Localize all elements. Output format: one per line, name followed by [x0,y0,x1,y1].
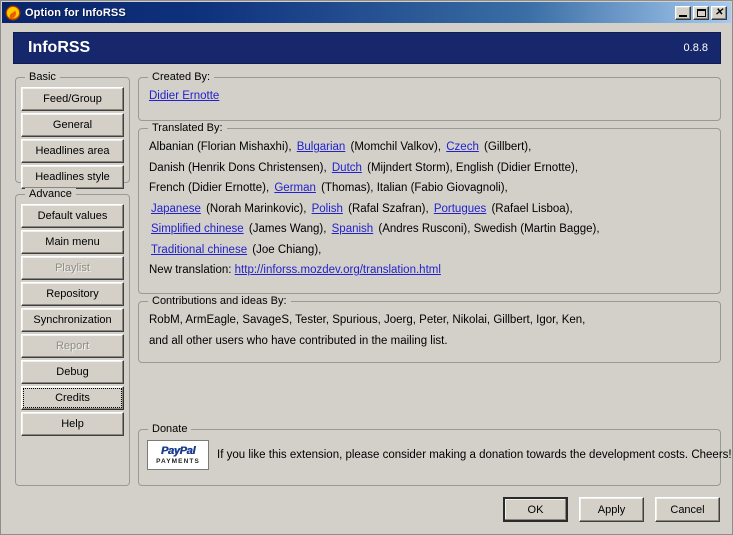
translated-row-5: Simplified chinese (James Wang), Spanish… [149,219,710,240]
sidebar-item-general[interactable]: General [21,113,124,137]
sidebar-item-report: Report [21,334,124,358]
translator-text: (Andres Rusconi), Swedish (Martin Bagge)… [375,223,599,235]
sidebar-group-advance: Advance Default values Main menu Playlis… [15,194,130,486]
donate-panel: Donate PayPal PAYMENTS If you like this … [138,429,721,486]
app-name: InfoRSS [28,39,90,57]
language-link-german[interactable]: German [274,182,316,194]
language-link-spanish[interactable]: Spanish [332,223,374,235]
translator-text: (Rafal Szafran), [345,203,432,215]
translator-text: Albanian (Florian Mishaxhi), [149,141,295,153]
translated-by-label: Translated By: [148,122,227,134]
translator-text: (James Wang), [246,223,330,235]
sidebar-item-synchronization[interactable]: Synchronization [21,308,124,332]
sidebar-item-help[interactable]: Help [21,412,124,436]
language-link-japanese[interactable]: Japanese [151,203,201,215]
translated-row-7: New translation: http://inforss.mozdev.o… [149,260,710,281]
language-link-simplified-chinese[interactable]: Simplified chinese [151,223,244,235]
maximize-button[interactable] [693,6,709,20]
app-version: 0.8.8 [684,42,708,54]
created-by-body: Didier Ernotte [149,86,710,107]
translator-text: French (Didier Ernotte), [149,182,272,194]
sidebar-item-credits[interactable]: Credits [21,386,124,410]
translator-text: (Norah Marinkovic), [203,203,310,215]
translator-text: (Rafael Lisboa), [488,203,572,215]
sidebar-item-main-menu[interactable]: Main menu [21,230,124,254]
sidebar-group-advance-label: Advance [25,188,76,200]
paypal-icon[interactable]: PayPal PAYMENTS [147,440,209,470]
window-controls: ✕ [675,6,729,20]
paypal-payments-text: PAYMENTS [156,457,200,466]
window-title: Option for InfoRSS [25,7,126,19]
created-by-panel: Created By: Didier Ernotte [138,77,721,121]
translator-text: Danish (Henrik Dons Christensen), [149,162,330,174]
translated-row-3: French (Didier Ernotte), German (Thomas)… [149,178,710,199]
sidebar-item-debug[interactable]: Debug [21,360,124,384]
contributions-panel: Contributions and ideas By: RobM, ArmEag… [138,301,721,363]
language-link-czech[interactable]: Czech [446,141,479,153]
sidebar-group-basic: Basic Feed/Group General Headlines area … [15,77,130,183]
donate-body: PayPal PAYMENTS If you like this extensi… [147,440,712,470]
language-link-dutch[interactable]: Dutch [332,162,362,174]
app-banner: InfoRSS 0.8.8 [13,32,721,64]
sidebar-item-default-values[interactable]: Default values [21,204,124,228]
cancel-button[interactable]: Cancel [655,497,720,522]
language-link-portugues[interactable]: Portugues [434,203,486,215]
options-dialog: Option for InfoRSS ✕ InfoRSS 0.8.8 Basic… [0,0,733,535]
translator-text: (Mijndert Storm), English (Didier Ernott… [364,162,578,174]
firefox-icon [5,5,21,21]
apply-button[interactable]: Apply [579,497,644,522]
contributors-line-2: and all other users who have contributed… [149,331,710,352]
translated-row-4: Japanese (Norah Marinkovic), Polish (Raf… [149,199,710,220]
minimize-button[interactable] [675,6,691,20]
language-link-bulgarian[interactable]: Bulgarian [297,141,346,153]
close-icon: ✕ [712,7,726,19]
translator-text: (Thomas), Italian (Fabio Giovagnoli), [318,182,508,194]
contributions-body: RobM, ArmEagle, SavageS, Tester, Spuriou… [149,310,710,351]
sidebar-basic-list: Feed/Group General Headlines area Headli… [21,87,124,191]
sidebar-advance-list: Default values Main menu Playlist Reposi… [21,204,124,438]
translated-by-body: Albanian (Florian Mishaxhi), Bulgarian (… [149,137,710,281]
translation-url-link[interactable]: http://inforss.mozdev.org/translation.ht… [235,264,441,276]
close-button[interactable]: ✕ [711,6,727,20]
sidebar-item-headlines-area[interactable]: Headlines area [21,139,124,163]
contributions-label: Contributions and ideas By: [148,295,291,307]
sidebar-group-basic-label: Basic [25,71,60,83]
language-link-traditional-chinese[interactable]: Traditional chinese [151,244,247,256]
window-titlebar: Option for InfoRSS ✕ [2,2,731,23]
dialog-footer: OK Apply Cancel [1,497,720,522]
donate-message: If you like this extension, please consi… [217,449,733,461]
author-link[interactable]: Didier Ernotte [149,90,219,102]
donate-label: Donate [148,423,191,435]
ok-button[interactable]: OK [503,497,568,522]
sidebar-item-feed-group[interactable]: Feed/Group [21,87,124,111]
created-by-label: Created By: [148,71,214,83]
translator-text: (Joe Chiang), [249,244,321,256]
sidebar-item-headlines-style[interactable]: Headlines style [21,165,124,189]
paypal-wordmark: PayPal [161,445,195,457]
sidebar-item-playlist: Playlist [21,256,124,280]
translator-text: (Gillbert), [481,141,531,153]
contributors-line-1: RobM, ArmEagle, SavageS, Tester, Spuriou… [149,310,710,331]
sidebar-item-repository[interactable]: Repository [21,282,124,306]
translator-text: (Momchil Valkov), [347,141,444,153]
new-translation-label: New translation: [149,264,235,276]
translated-row-1: Albanian (Florian Mishaxhi), Bulgarian (… [149,137,710,158]
translated-by-panel: Translated By: Albanian (Florian Mishaxh… [138,128,721,294]
created-by-row: Didier Ernotte [149,86,710,107]
language-link-polish[interactable]: Polish [312,203,343,215]
translated-row-2: Danish (Henrik Dons Christensen), Dutch … [149,158,710,179]
translated-row-6: Traditional chinese (Joe Chiang), [149,240,710,261]
